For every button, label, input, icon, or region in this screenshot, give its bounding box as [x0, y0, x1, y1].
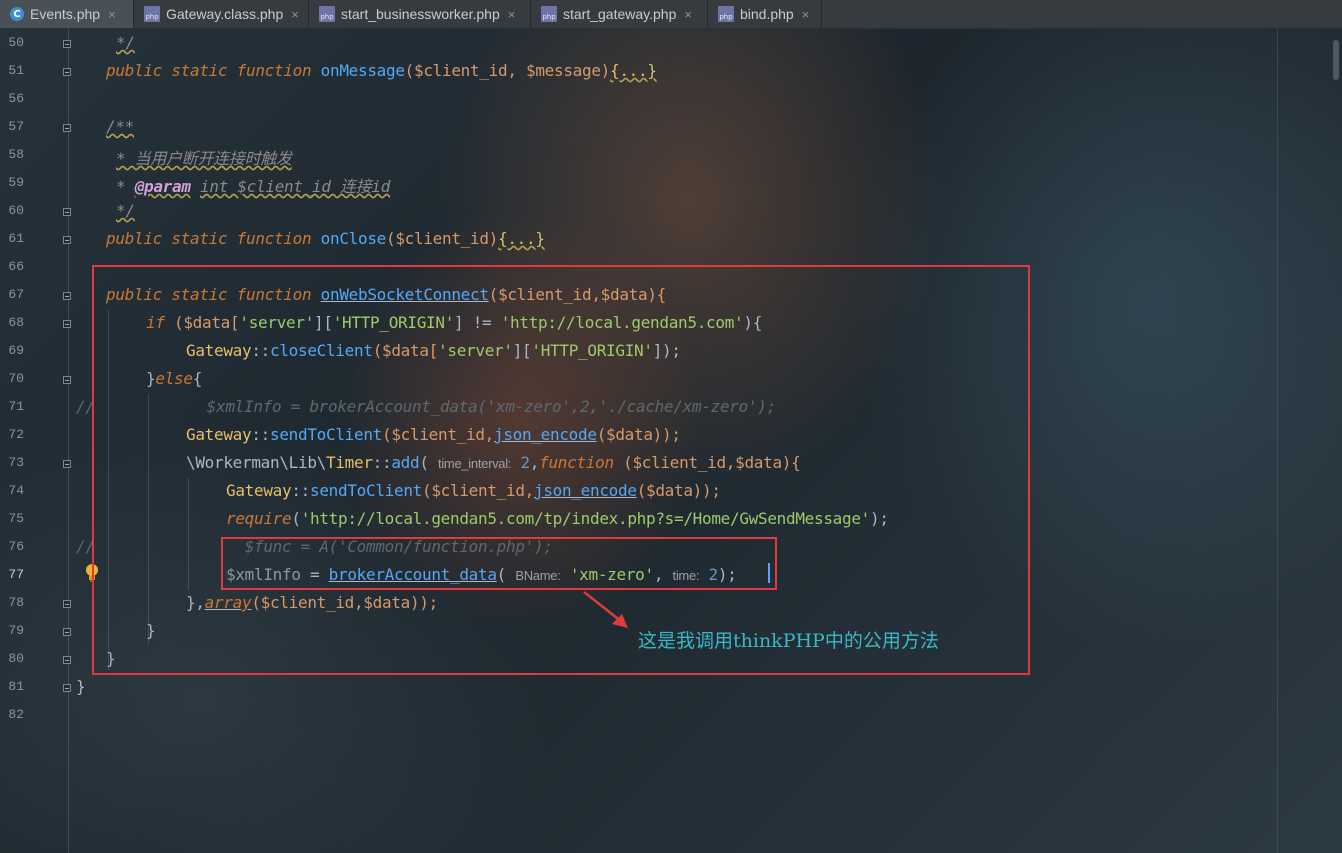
close-icon[interactable]: × — [291, 7, 299, 22]
line-number: 50 — [8, 35, 24, 50]
tab-bind-php[interactable]: php bind.php × — [708, 0, 822, 28]
tab-label: Gateway.class.php — [166, 6, 284, 22]
fold-marker[interactable] — [63, 208, 71, 216]
editor-tab-bar: C Events.php × php Gateway.class.php × p… — [0, 0, 1342, 29]
line-number: 68 — [8, 315, 24, 330]
line-number: 61 — [8, 231, 24, 246]
code-line-61[interactable]: public static function onClose($client_i… — [106, 229, 545, 248]
code-line-57[interactable]: /** — [106, 117, 134, 136]
line-number: 60 — [8, 203, 24, 218]
fold-marker[interactable] — [63, 292, 71, 300]
close-icon[interactable]: × — [684, 7, 692, 22]
gutter-divider — [68, 28, 69, 853]
tab-start-businessworker-php[interactable]: php start_businessworker.php × — [309, 0, 531, 28]
fold-marker[interactable] — [63, 656, 71, 664]
line-number: 69 — [8, 343, 24, 358]
code-line-59[interactable]: * @param int $client_id 连接id — [116, 173, 390, 197]
line-number: 70 — [8, 371, 24, 386]
php-file-icon: php — [144, 6, 160, 22]
close-icon[interactable]: × — [508, 7, 516, 22]
tab-label: Events.php — [30, 6, 101, 22]
line-number: 58 — [8, 147, 24, 162]
line-number: 59 — [8, 175, 24, 190]
php-file-icon: php — [718, 6, 734, 22]
fold-marker[interactable] — [63, 320, 71, 328]
code-line-60[interactable]: */ — [116, 201, 135, 220]
line-number: 80 — [8, 651, 24, 666]
php-class-icon: C — [10, 7, 24, 21]
line-number: 66 — [8, 259, 24, 274]
line-number: 71 — [8, 399, 24, 414]
line-number: 67 — [8, 287, 24, 302]
tab-label: start_businessworker.php — [341, 6, 500, 22]
line-number: 57 — [8, 119, 24, 134]
close-icon[interactable]: × — [108, 7, 116, 22]
php-file-icon: php — [541, 6, 557, 22]
line-number: 72 — [8, 427, 24, 442]
fold-marker[interactable] — [63, 460, 71, 468]
line-number: 82 — [8, 707, 24, 722]
tab-gateway-class-php[interactable]: php Gateway.class.php × — [134, 0, 309, 28]
code-line-50[interactable]: */ — [76, 33, 135, 52]
fold-marker[interactable] — [63, 628, 71, 636]
fold-marker[interactable] — [63, 68, 71, 76]
fold-marker[interactable] — [63, 124, 71, 132]
highlight-box-outer — [92, 265, 1030, 675]
fold-marker[interactable] — [63, 684, 71, 692]
highlight-box-inner — [221, 537, 777, 590]
line-number: 79 — [8, 623, 24, 638]
annotation-note: 这是我调用thinkPHP中的公用方法 — [638, 630, 939, 652]
line-number-current: 77 — [8, 567, 24, 582]
line-number: 76 — [8, 539, 24, 554]
tab-events-php[interactable]: C Events.php × — [0, 0, 134, 28]
close-icon[interactable]: × — [802, 7, 810, 22]
tab-label: start_gateway.php — [563, 6, 677, 22]
line-number: 78 — [8, 595, 24, 610]
php-file-icon: php — [319, 6, 335, 22]
code-line-51[interactable]: public static function onMessage($client… — [106, 61, 657, 80]
tab-start-gateway-php[interactable]: php start_gateway.php × — [531, 0, 708, 28]
line-number: 74 — [8, 483, 24, 498]
fold-marker[interactable] — [63, 376, 71, 384]
tab-label: bind.php — [740, 6, 794, 22]
line-number: 73 — [8, 455, 24, 470]
line-number: 56 — [8, 91, 24, 106]
code-line-58[interactable]: * 当用户断开连接时触发 — [116, 145, 292, 169]
line-number: 81 — [8, 679, 24, 694]
vertical-scrollbar[interactable] — [1333, 40, 1339, 80]
fold-marker[interactable] — [63, 600, 71, 608]
fold-marker[interactable] — [63, 236, 71, 244]
code-line-81[interactable]: } — [76, 677, 86, 696]
line-number: 75 — [8, 511, 24, 526]
arrow-icon — [583, 591, 628, 628]
fold-marker[interactable] — [63, 40, 71, 48]
right-margin-guide — [1277, 28, 1278, 853]
line-number: 51 — [8, 63, 24, 78]
